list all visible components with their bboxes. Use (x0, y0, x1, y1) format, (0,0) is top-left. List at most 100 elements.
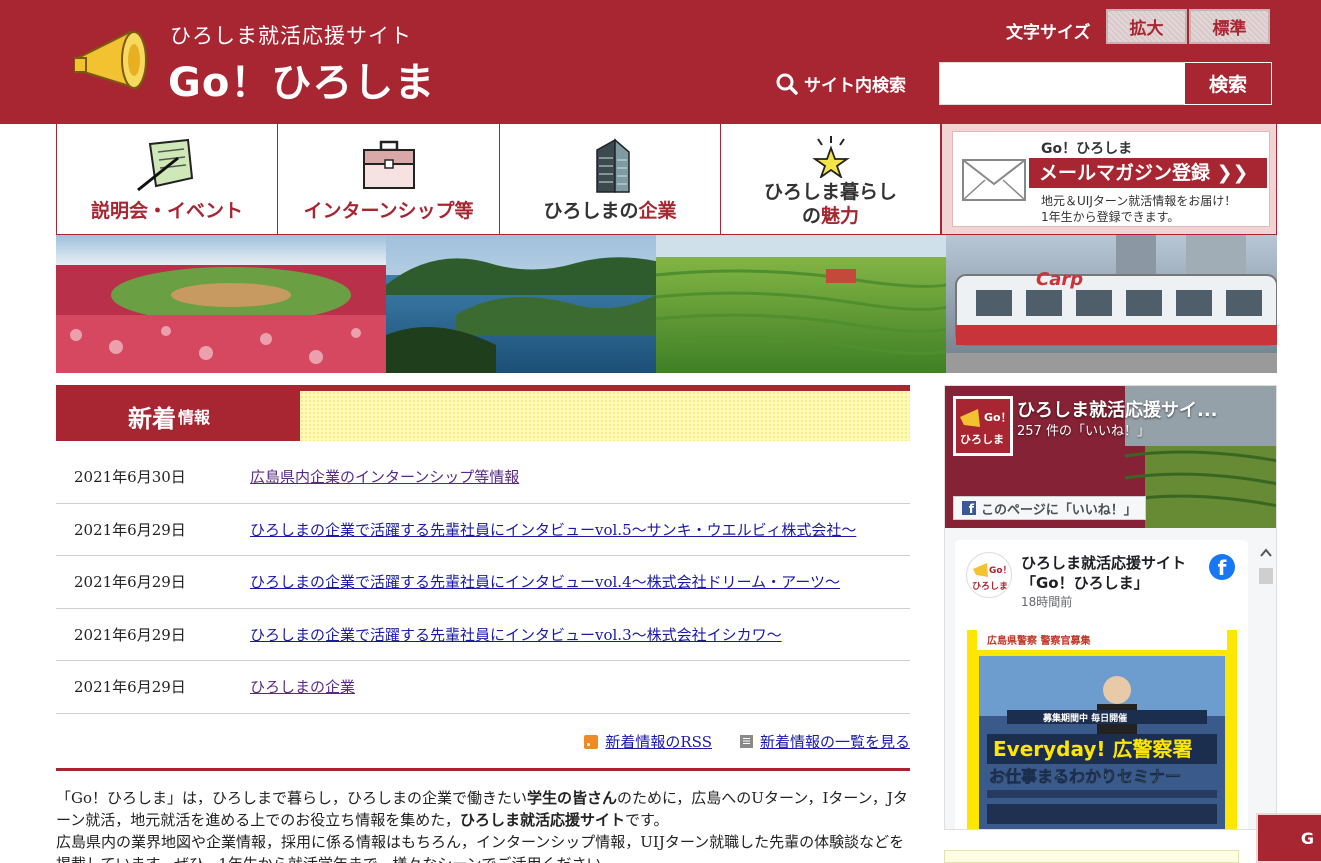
envelope-icon (962, 159, 1026, 201)
site-search-label: サイト内検索 (776, 71, 906, 96)
about-text-site: ひろしま就活応援サイト (459, 811, 625, 829)
news-link[interactable]: 広島県内企業のインターンシップ等情報 (250, 466, 519, 487)
clipboard-pen-icon (137, 138, 194, 192)
floating-side-button[interactable]: G (1256, 813, 1321, 863)
facebook-avatar-text1: Go！ (984, 411, 1010, 424)
facebook-logo-icon[interactable]: f (1209, 554, 1235, 580)
briefcase-icon (362, 140, 415, 189)
mail-magazine-banner[interactable]: Go！ひろしま メールマガジン登録 ❯❯ 地元＆UIJターン就活情報をお届け！ … (941, 124, 1277, 235)
facebook-post-avatar-text2: ひろしま (972, 581, 1008, 592)
site-title: Go！ひろしま (168, 60, 436, 106)
nav-label-companies-prefix: ひろしまの (543, 200, 639, 222)
mail-magazine-sub2: 1年生から登録できます。 (1041, 210, 1180, 224)
font-size-label: 文字サイズ (1006, 23, 1091, 43)
facebook-post-avatar-logo: Go！ ひろしま (968, 554, 1012, 597)
facebook-scrollbar[interactable] (1257, 544, 1275, 814)
facebook-post-time[interactable]: 18時間前 (1021, 593, 1072, 610)
news-item: 2021年6月29日 ひろしまの企業で活躍する先輩社員にインタビューvol.3～株… (56, 609, 910, 661)
news-link[interactable]: ひろしまの企業で活躍する先輩社員にインタビューvol.3～株式会社イシカワ～ (250, 624, 782, 645)
nav-label-internship: インターンシップ等 (303, 200, 474, 222)
nav-item-companies[interactable]: ひろしまの企業 (500, 124, 721, 235)
facebook-post-author-line1[interactable]: ひろしま就活応援サイト (1021, 552, 1186, 573)
search-button[interactable]: 検索 (1184, 62, 1272, 105)
search-icon (776, 73, 798, 95)
site-header: ひろしま就活応援サイト Go！ひろしま 文字サイズ 拡大 標準 サイト内検索 検… (0, 0, 1321, 124)
post-image-headline: 広島県警察 警察官募集 (987, 634, 1091, 647)
font-size-standard-button[interactable]: 標準 (1189, 9, 1270, 44)
post-image-subline: 募集期間中 毎日開催 (1042, 712, 1127, 724)
news-heading-stripe (300, 391, 910, 441)
nav-item-events[interactable]: 説明会・イベント (56, 124, 278, 235)
about-text-1: 「Go！ひろしま」は，ひろしまで暮らし，ひろしまの企業で働きたい (56, 789, 528, 807)
news-list-label: 新着情報の一覧を見る (759, 733, 910, 751)
scrollbar-graphic (1259, 548, 1273, 584)
news-item: 2021年6月29日 ひろしまの企業で活躍する先輩社員にインタビューvol.5～サ… (56, 504, 910, 556)
news-heading-small: 情報 (178, 408, 211, 427)
news-link[interactable]: ひろしまの企業で活躍する先輩社員にインタビューvol.5～サンキ・ウエルビィ株式… (250, 519, 856, 540)
chevron-up-icon (1260, 548, 1272, 557)
mail-magazine-inner: Go！ひろしま メールマガジン登録 ❯❯ 地元＆UIJターン就活情報をお届け！ … (952, 131, 1270, 227)
news-link[interactable]: ひろしまの企業で活躍する先輩社員にインタビューvol.4～株式会社ドリーム・アー… (250, 571, 840, 592)
nav-item-living[interactable]: ひろしま暮らし の魅力 (721, 124, 941, 235)
facebook-cover: Go！ ひろしま ひろしま就活応援サイ... 257 件の「いいね！」 f この… (945, 386, 1276, 528)
facebook-avatar-text2: ひろしま (960, 433, 1004, 446)
post-image-title: Everyday! 広警察署 (993, 737, 1192, 761)
site-description: 「Go！ひろしま」は，ひろしまで暮らし，ひろしまの企業で働きたい学生の皆さんのた… (56, 768, 910, 863)
news-heading-text: 新着 (128, 404, 176, 433)
hero-banner-image: Carp (56, 235, 1277, 373)
main-nav: 説明会・イベント インターンシップ等 ひろしまの企業 ひろしま暮らし の魅力 G… (56, 124, 1277, 235)
star-icon (811, 136, 850, 178)
nav-label-companies: ひろしまの企業 (500, 196, 720, 223)
mail-magazine-sub1: 地元＆UIJターン就活情報をお届け！ (1041, 194, 1237, 208)
facebook-post-author-line2[interactable]: 「Go！ひろしま」 (1021, 572, 1149, 593)
news-date: 2021年6月30日 (74, 468, 186, 487)
news-rss-link[interactable]: 新着情報のRSS (584, 731, 712, 752)
mail-magazine-title: メールマガジン登録 ❯❯ (1029, 158, 1267, 188)
rss-icon (584, 734, 599, 749)
mail-magazine-kicker: Go！ひろしま (1041, 141, 1133, 157)
news-date: 2021年6月29日 (74, 678, 186, 697)
facebook-page-name[interactable]: ひろしま就活応援サイ... (1017, 396, 1247, 422)
news-rss-label: 新着情報のRSS (605, 733, 712, 751)
site-tagline: ひろしま就活応援サイト (170, 24, 412, 48)
nav-label-living-line2-highlight: 魅力 (821, 205, 860, 227)
facebook-widget: Go！ ひろしま ひろしま就活応援サイ... 257 件の「いいね！」 f この… (944, 385, 1277, 830)
site-logo[interactable]: ひろしま就活応援サイト Go！ひろしま (74, 16, 464, 106)
facebook-post-avatar[interactable]: Go！ ひろしま (966, 552, 1012, 598)
facebook-post-avatar-text1: Go！ (989, 565, 1012, 576)
font-size-enlarge-button[interactable]: 拡大 (1106, 9, 1187, 44)
nav-label-living: ひろしま暮らし の魅力 (721, 180, 940, 228)
facebook-like-label: このページに「いいね！」 (981, 502, 1137, 518)
facebook-like-button[interactable]: f このページに「いいね！」 (953, 496, 1146, 520)
news-item: 2021年6月29日 ひろしまの企業で活躍する先輩社員にインタビューvol.4～株… (56, 556, 910, 609)
facebook-post: Go！ ひろしま ひろしま就活応援サイト 「Go！ひろしま」 18時間前 f 広… (955, 540, 1248, 829)
sidebar-bottom-strip (944, 850, 1239, 863)
news-item: 2021年6月30日 広島県内企業のインターンシップ等情報 (56, 451, 910, 504)
news-item: 2021年6月29日 ひろしまの企業 (56, 661, 910, 714)
news-footer-links: 新着情報のRSS 新着情報の一覧を見る (584, 731, 910, 752)
nav-label-living-line1: ひろしま暮らし (763, 181, 897, 203)
news-heading-bar: 新着 情報 (56, 385, 910, 441)
nav-label-companies-highlight: 企業 (638, 200, 677, 222)
list-icon (739, 735, 753, 748)
megaphone-icon (74, 30, 147, 90)
news-date: 2021年6月29日 (74, 573, 186, 592)
news-date: 2021年6月29日 (74, 520, 186, 539)
nav-label-events: 説明会・イベント (90, 200, 243, 222)
search-input[interactable] (939, 62, 1185, 105)
hero-banner: Carp (56, 235, 1277, 373)
site-description-p2: 広島県内の業界地図や企業情報，採用に係る情報はもちろん，インターンシップ情報，U… (56, 833, 905, 863)
about-text-3: です。 (624, 811, 669, 829)
news-list-link[interactable]: 新着情報の一覧を見る (739, 731, 910, 752)
facebook-post-image[interactable]: 広島県警察 警察官募集 募集期間中 毎日開催 Everyday! 広警察署 お仕… (967, 630, 1237, 829)
nav-item-internship[interactable]: インターンシップ等 (278, 124, 500, 235)
news-heading: 新着 情報 (56, 391, 300, 441)
news-link[interactable]: ひろしまの企業 (250, 676, 355, 697)
building-icon (596, 138, 630, 193)
facebook-page-avatar[interactable]: Go！ ひろしま (953, 396, 1013, 456)
facebook-post-image-graphic: 広島県警察 警察官募集 募集期間中 毎日開催 Everyday! 広警察署 お仕… (967, 630, 1237, 829)
search-label-text: サイト内検索 (804, 76, 906, 96)
svg-text:Carp: Carp (1036, 269, 1083, 290)
nav-label-living-line2-prefix: の (801, 205, 821, 227)
facebook-avatar-logo: Go！ ひろしま (956, 399, 1012, 453)
